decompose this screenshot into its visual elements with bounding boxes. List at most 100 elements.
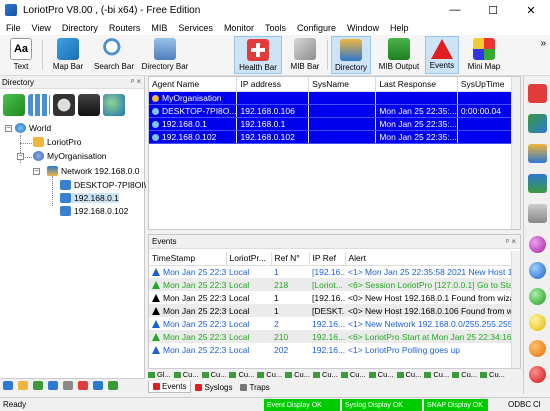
- menu-tools[interactable]: Tools: [265, 23, 286, 33]
- events-table: TimeStamp LoriotPr... Ref N° IP Ref Aler…: [149, 252, 512, 356]
- scrollbar[interactable]: [511, 251, 520, 368]
- tool-icon[interactable]: [78, 381, 88, 390]
- tree-node-network[interactable]: Network 192.168.0.0: [47, 166, 139, 176]
- gauge-icon[interactable]: [53, 94, 75, 116]
- tab-syslogs[interactable]: Syslogs: [191, 381, 236, 393]
- tree-node-192-168-0-1[interactable]: 192.168.0.1: [60, 193, 119, 203]
- tree-node-desktop[interactable]: DESKTOP-7PI8OI\: [60, 180, 146, 190]
- tab-custom[interactable]: Cu...: [452, 370, 477, 379]
- toolbar-overflow-button[interactable]: »: [540, 38, 546, 49]
- tab-custom[interactable]: Cu...: [424, 370, 449, 379]
- tool-icon[interactable]: [3, 381, 13, 390]
- tool-icon[interactable]: [93, 381, 103, 390]
- tab-traps[interactable]: Traps: [236, 381, 273, 393]
- green-ball-icon[interactable]: [529, 288, 546, 305]
- menu-configure[interactable]: Configure: [297, 23, 336, 33]
- table-row[interactable]: Mon Jan 25 22:3... Local218[Loriot...<6>…: [149, 278, 511, 291]
- tab-custom[interactable]: Cu...: [173, 370, 199, 379]
- menu-window[interactable]: Window: [347, 23, 379, 33]
- menu-services[interactable]: Services: [178, 23, 213, 33]
- menu-routers[interactable]: Routers: [109, 23, 141, 33]
- table-row[interactable]: Mon Jan 25 22:3... Local2192.16...<1> Ne…: [149, 317, 511, 330]
- directory-button[interactable]: Directory: [331, 36, 371, 74]
- directory-bar-button[interactable]: Directory Bar: [140, 36, 190, 74]
- collapse-icon[interactable]: −: [5, 125, 12, 132]
- maximize-button[interactable]: ☐: [474, 0, 512, 20]
- tab-custom[interactable]: Cu...: [340, 370, 366, 379]
- events-button[interactable]: Events: [425, 36, 459, 74]
- tree-node-world[interactable]: World: [15, 123, 51, 133]
- checklist-icon[interactable]: [28, 94, 50, 116]
- menu-help[interactable]: Help: [390, 23, 409, 33]
- table-row[interactable]: DESKTOP-7PI8O... 192.168.0.106 Mon Jan 25…: [149, 104, 521, 118]
- tree-node-192-168-0-102[interactable]: 192.168.0.102: [60, 206, 128, 216]
- monitor-icon[interactable]: [78, 94, 100, 116]
- mib-bar-button[interactable]: MIB Bar: [285, 36, 325, 74]
- column-header[interactable]: IP address: [236, 77, 310, 92]
- mini-map-button[interactable]: Mini Map: [463, 36, 505, 74]
- tool-icon[interactable]: [18, 381, 28, 390]
- table-row[interactable]: Mon Jan 25 22:3... Local1[DESKT...<0> Ne…: [149, 304, 511, 317]
- tab-custom[interactable]: Cu...: [312, 370, 338, 379]
- tab-events[interactable]: Events: [148, 381, 192, 393]
- globe-icon[interactable]: [103, 94, 125, 116]
- tree-node-myorganisation[interactable]: MyOrganisation: [33, 151, 107, 161]
- health-bar-button[interactable]: Health Bar: [234, 36, 282, 74]
- table-row[interactable]: MyOrganisation: [149, 91, 521, 105]
- table-row[interactable]: 192.168.0.102 192.168.0.102 Mon Jan 25 22…: [149, 130, 521, 144]
- column-header[interactable]: Last Response: [375, 77, 458, 92]
- table-row[interactable]: 192.168.0.1 192.168.0.1 Mon Jan 25 22:35:…: [149, 117, 521, 131]
- tab-global[interactable]: Gl...: [148, 370, 171, 379]
- column-header[interactable]: Alert: [345, 252, 512, 266]
- tab-custom[interactable]: Cu...: [229, 370, 254, 379]
- red-ball-icon[interactable]: [529, 366, 546, 383]
- filter-icon[interactable]: [63, 381, 73, 390]
- yellow-ball-icon[interactable]: [529, 314, 546, 331]
- menu-directory[interactable]: Directory: [62, 23, 98, 33]
- search-bar-button[interactable]: Search Bar: [92, 36, 136, 74]
- tool-icon[interactable]: [528, 174, 547, 193]
- table-row[interactable]: Mon Jan 25 22:3... Local210192.16...<6> …: [149, 330, 511, 343]
- blue-ball-icon[interactable]: [529, 262, 546, 279]
- refresh-icon[interactable]: [3, 94, 25, 116]
- tool-icon[interactable]: [33, 381, 43, 390]
- panel-pin-close[interactable]: ᵖ ×: [506, 237, 516, 246]
- table-row[interactable]: Mon Jan 25 22:3... Local202192.16...<1> …: [149, 343, 511, 356]
- health-icon[interactable]: [528, 84, 547, 103]
- tab-custom[interactable]: Cu...: [257, 370, 282, 379]
- close-button[interactable]: ✕: [512, 0, 550, 20]
- collapse-icon[interactable]: −: [17, 153, 24, 160]
- column-header[interactable]: Agent Name: [149, 77, 238, 92]
- tab-custom[interactable]: Cu...: [201, 370, 226, 379]
- tab-custom[interactable]: Cu...: [368, 370, 394, 379]
- orange-ball-icon[interactable]: [529, 340, 546, 357]
- scrollbar[interactable]: [511, 77, 520, 229]
- column-header[interactable]: LoriotPr...: [226, 252, 272, 266]
- tree-node-loriotpro[interactable]: LoriotPro: [33, 137, 82, 147]
- tool-icon[interactable]: [108, 381, 118, 390]
- tool-icon[interactable]: [48, 381, 58, 390]
- tab-custom[interactable]: Cu...: [396, 370, 421, 379]
- directory-tree-icon[interactable]: [528, 144, 547, 163]
- tool-icon[interactable]: [528, 204, 547, 223]
- menu-monitor[interactable]: Monitor: [224, 23, 254, 33]
- panel-pin-close[interactable]: ᵖ ×: [131, 77, 141, 86]
- column-header[interactable]: SysName: [308, 77, 377, 92]
- tool-icon[interactable]: [528, 114, 547, 133]
- menu-view[interactable]: View: [32, 23, 51, 33]
- table-row[interactable]: Mon Jan 25 22:3... Local1[192.16...<1> M…: [149, 265, 511, 278]
- column-header[interactable]: TimeStamp: [149, 252, 227, 266]
- map-bar-button[interactable]: Map Bar: [50, 36, 86, 74]
- tab-custom[interactable]: Cu...: [285, 370, 310, 379]
- menu-mib[interactable]: MIB: [151, 23, 167, 33]
- minimize-button[interactable]: —: [436, 0, 474, 20]
- mib-output-button[interactable]: MIB Output: [376, 36, 422, 74]
- text-button[interactable]: Aa Text: [4, 36, 38, 74]
- column-header[interactable]: Ref N°: [271, 252, 310, 266]
- table-row[interactable]: Mon Jan 25 22:3... Local1[192.16...<0> N…: [149, 291, 511, 304]
- column-header[interactable]: IP Ref: [309, 252, 346, 266]
- menu-file[interactable]: File: [6, 23, 21, 33]
- tab-custom[interactable]: Cu...: [480, 370, 505, 379]
- collapse-icon[interactable]: −: [33, 168, 40, 175]
- purple-ball-icon[interactable]: [529, 236, 546, 253]
